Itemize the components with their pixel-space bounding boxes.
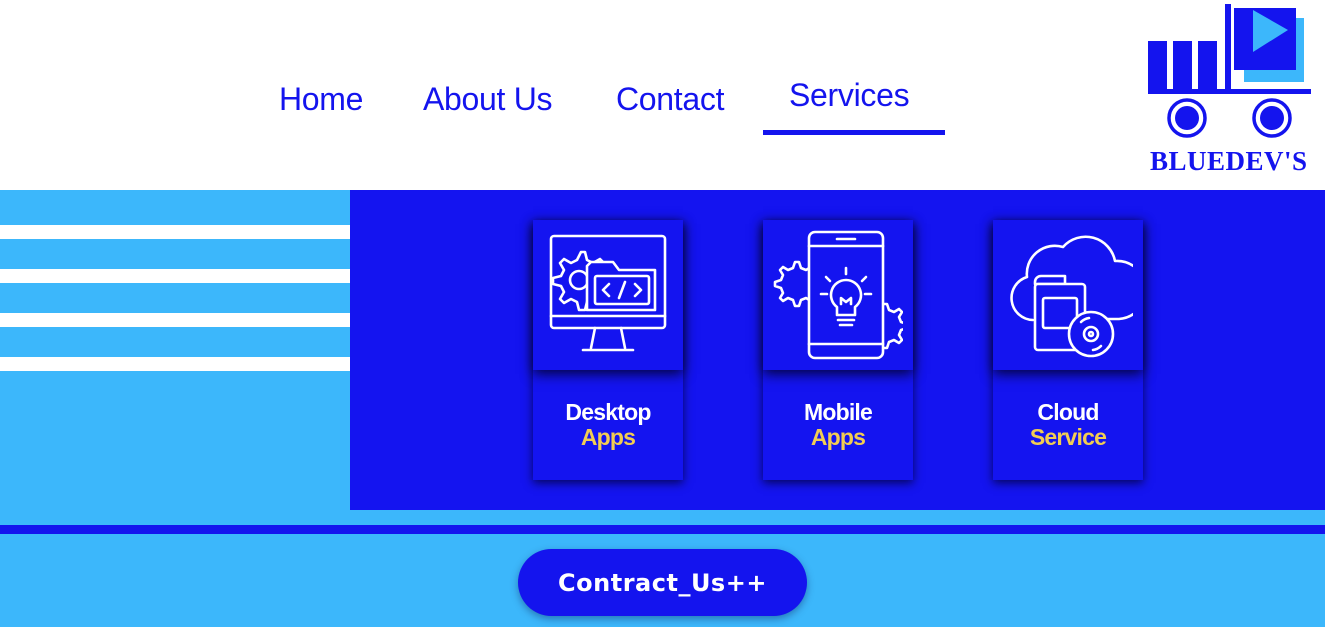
decorative-stripe: [0, 357, 350, 371]
section-divider: [0, 525, 1325, 534]
mobile-bulb-icon: [773, 230, 903, 360]
nav-about-link[interactable]: About Us: [423, 81, 553, 118]
service-card-title: Desktop Apps: [533, 400, 683, 450]
decorative-stripe: [0, 313, 350, 327]
service-card-mobile[interactable]: Mobile Apps: [763, 220, 913, 480]
decorative-stripe: [0, 269, 350, 283]
desktop-code-icon: [549, 234, 667, 352]
service-card-title-line2: Service: [1029, 424, 1107, 450]
service-card-desktop[interactable]: Desktop Apps: [533, 220, 683, 480]
brand-logo-text: BLUEDEV'S: [1150, 146, 1308, 176]
active-nav-indicator: [763, 130, 945, 135]
contact-us-button[interactable]: Contract_Us++: [518, 549, 807, 616]
cloud-disc-icon: [1010, 235, 1133, 358]
service-icon-box: [763, 220, 913, 370]
service-card-title-line1: Cloud: [1037, 399, 1099, 425]
nav-services-link[interactable]: Services: [789, 77, 910, 114]
nav-contact-link[interactable]: Contact: [616, 81, 724, 118]
decorative-stripe: [0, 225, 350, 239]
service-card-title-line1: Desktop: [565, 399, 651, 425]
service-icon-box: [533, 220, 683, 370]
service-card-title-line1: Mobile: [803, 399, 873, 425]
service-card-title: Mobile Apps: [763, 400, 913, 450]
service-card-title-line2: Apps: [810, 424, 866, 450]
nav-home-link[interactable]: Home: [279, 81, 363, 118]
service-card-title: Cloud Service: [993, 400, 1143, 450]
service-icon-box: [993, 220, 1143, 370]
service-card-cloud[interactable]: Cloud Service: [993, 220, 1143, 480]
service-card-title-line2: Apps: [580, 424, 636, 450]
